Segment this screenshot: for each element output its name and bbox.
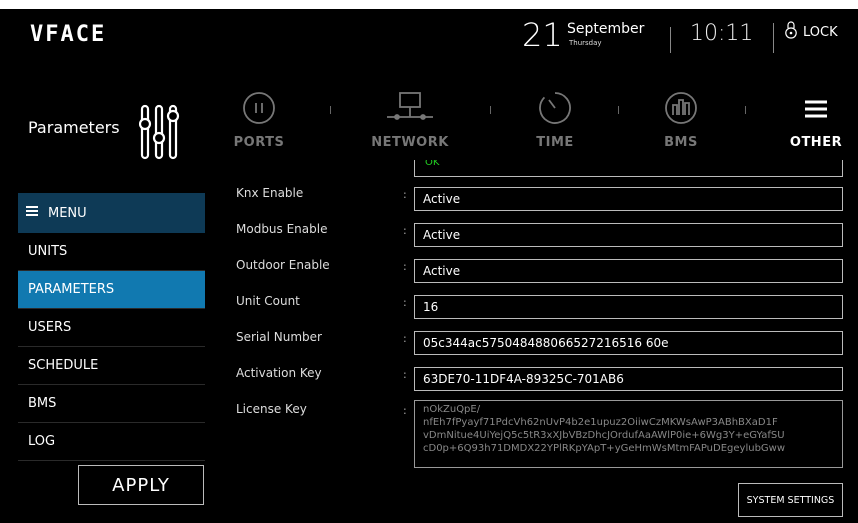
field-colon: : xyxy=(403,224,407,237)
outdoor-enable-field[interactable]: Active xyxy=(414,259,843,283)
field-colon: : xyxy=(403,188,407,201)
network-icon xyxy=(365,89,455,127)
sidebar-item-label: UNITS xyxy=(28,244,68,259)
sidebar-item-units[interactable]: UNITS xyxy=(18,233,205,271)
tab-other[interactable]: OTHER xyxy=(771,89,858,150)
sidebar-item-users[interactable]: USERS xyxy=(18,309,205,347)
sidebar-item-label: LOG xyxy=(28,434,56,449)
field-label: Outdoor Enable xyxy=(236,258,330,272)
tab-label: OTHER xyxy=(789,135,843,150)
field-label: Knx Enable xyxy=(236,186,304,200)
knx-enable-field[interactable]: Active xyxy=(414,187,843,211)
modbus-enable-field[interactable]: Active xyxy=(414,223,843,247)
hamburger-icon xyxy=(26,205,38,221)
field-label: License Key xyxy=(236,402,307,416)
apply-button[interactable]: APPLY xyxy=(78,465,204,505)
sidebar-item-label: SCHEDULE xyxy=(28,358,99,373)
tab-label: BMS xyxy=(664,135,698,150)
field-label: Activation Key xyxy=(236,366,322,380)
sidebar-item-label: USERS xyxy=(28,320,72,335)
sidebar-item-label: PARAMETERS xyxy=(28,282,115,297)
field-colon: : xyxy=(403,332,407,345)
status-field: OK xyxy=(414,160,843,177)
tab-time[interactable]: TIME xyxy=(510,89,600,150)
serial-number-field[interactable]: 05c344ac575048488066527216516 60e xyxy=(414,331,843,355)
menu-toggle[interactable]: MENU xyxy=(18,193,205,233)
field-colon: : xyxy=(403,260,407,273)
lock-button[interactable]: LOCK xyxy=(785,21,838,43)
date-month: September xyxy=(567,21,645,37)
date-weekday: Thursday xyxy=(569,39,602,47)
pause-circle-icon xyxy=(214,89,304,127)
field-colon: : xyxy=(403,404,407,417)
field-colon: : xyxy=(403,296,407,309)
sidebar-item-log[interactable]: LOG xyxy=(18,423,205,461)
divider xyxy=(670,27,671,53)
tab-label: PORTS xyxy=(233,135,285,150)
unit-count-field[interactable]: 16 xyxy=(414,295,843,319)
license-key-field[interactable]: nOkZuQpE/ nfEh7fPyayf71PdcVh62nUvP4b2e1u… xyxy=(414,400,843,468)
menu-label: MENU xyxy=(48,205,87,221)
page-title: Parameters xyxy=(28,118,120,137)
sidebar-item-bms[interactable]: BMS xyxy=(18,385,205,423)
tab-bms[interactable]: BMS xyxy=(636,89,726,150)
tab-label: TIME xyxy=(536,135,574,150)
lock-icon xyxy=(785,21,797,43)
field-label: Modbus Enable xyxy=(236,222,328,236)
hamburger-icon xyxy=(771,89,858,127)
tab-network[interactable]: NETWORK xyxy=(365,89,455,150)
tab-separator xyxy=(330,106,331,114)
field-label: Serial Number xyxy=(236,330,322,344)
date-day: 21 xyxy=(522,16,563,54)
tab-ports[interactable]: PORTS xyxy=(214,89,304,150)
clock-time: 10:11 xyxy=(690,21,754,46)
brand-logo: VFACE xyxy=(30,22,107,47)
sidebar-item-label: BMS xyxy=(28,396,57,411)
divider xyxy=(773,23,774,53)
timer-icon xyxy=(510,89,600,127)
device-screen: VFACE 21 September Thursday 10:11 LOCK P… xyxy=(0,9,858,523)
activation-key-field[interactable]: 63DE70-11DF4A-89325C-701AB6 xyxy=(414,367,843,391)
tab-separator xyxy=(618,106,619,114)
lock-label: LOCK xyxy=(803,24,838,40)
tab-separator xyxy=(490,106,491,114)
sidebar-item-schedule[interactable]: SCHEDULE xyxy=(18,347,205,385)
building-icon xyxy=(636,89,726,127)
system-settings-button[interactable]: SYSTEM SETTINGS xyxy=(738,483,843,517)
sidebar-item-parameters[interactable]: PARAMETERS xyxy=(18,271,205,309)
field-label: Unit Count xyxy=(236,294,300,308)
field-colon: : xyxy=(403,368,407,381)
sliders-icon xyxy=(138,104,181,164)
tab-label: NETWORK xyxy=(371,135,449,150)
tab-separator xyxy=(745,106,746,114)
